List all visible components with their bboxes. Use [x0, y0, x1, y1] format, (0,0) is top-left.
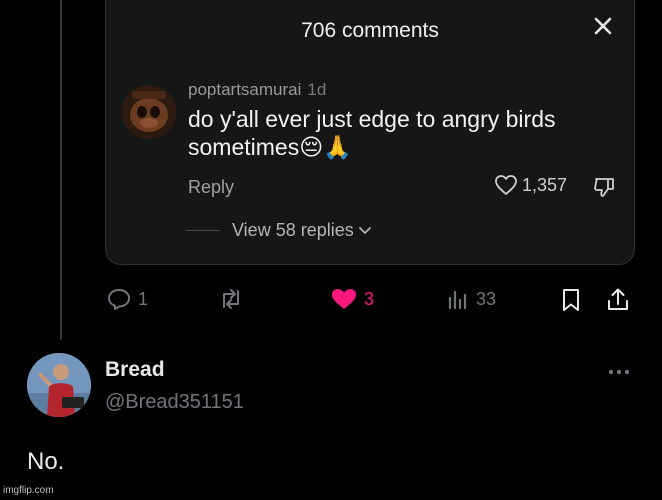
views-icon	[448, 290, 467, 310]
comments-sheet-title: 706 comments	[301, 19, 439, 42]
commenter-username[interactable]: poptartsamurai	[188, 80, 301, 99]
commenter-meta: poptartsamurai 1d	[188, 80, 326, 100]
comment-age: 1d	[307, 80, 327, 99]
share-icon[interactable]	[606, 287, 630, 313]
dislike-icon[interactable]	[592, 176, 616, 203]
views-action[interactable]: 33	[446, 287, 496, 311]
comment-like-count: 1,357	[522, 174, 568, 195]
comment-reply-button[interactable]: Reply	[188, 177, 234, 198]
like-count: 3	[364, 288, 375, 309]
replies-divider	[186, 230, 220, 231]
reply-action[interactable]: 1	[106, 287, 148, 311]
view-replies-button[interactable]: View 58 replies	[232, 220, 372, 241]
more-icon[interactable]	[604, 362, 634, 382]
chevron-down-icon	[358, 226, 371, 234]
heart-outline-icon	[495, 175, 517, 195]
reply-author-name[interactable]: Bread	[105, 358, 165, 382]
repost-action[interactable]	[217, 287, 251, 311]
heart-filled-icon	[332, 289, 356, 309]
reply-icon	[108, 289, 130, 310]
reply-author-avatar[interactable]	[27, 353, 91, 417]
view-replies-label: View 58 replies	[232, 220, 354, 240]
reply-author-handle[interactable]: @Bread351151	[105, 391, 244, 414]
imgflip-watermark: imgflip.com	[3, 485, 54, 496]
post-action-bar: 1 3 33	[0, 287, 662, 317]
views-count: 33	[476, 288, 497, 309]
bookmark-icon[interactable]	[560, 287, 582, 313]
comment-text: do y'all ever just edge to angry birds s…	[188, 106, 556, 160]
comment-like-button[interactable]: 1,357	[494, 174, 567, 196]
close-icon[interactable]	[590, 13, 616, 39]
reply-count: 1	[138, 288, 149, 309]
like-action[interactable]: 3	[330, 287, 374, 311]
repost-icon	[223, 289, 239, 309]
commenter-avatar[interactable]	[122, 85, 176, 139]
reply-post-text: No.	[27, 448, 65, 475]
embedded-comments-screenshot: 706 comments poptartsamurai 1d do y'all e…	[105, 0, 635, 265]
